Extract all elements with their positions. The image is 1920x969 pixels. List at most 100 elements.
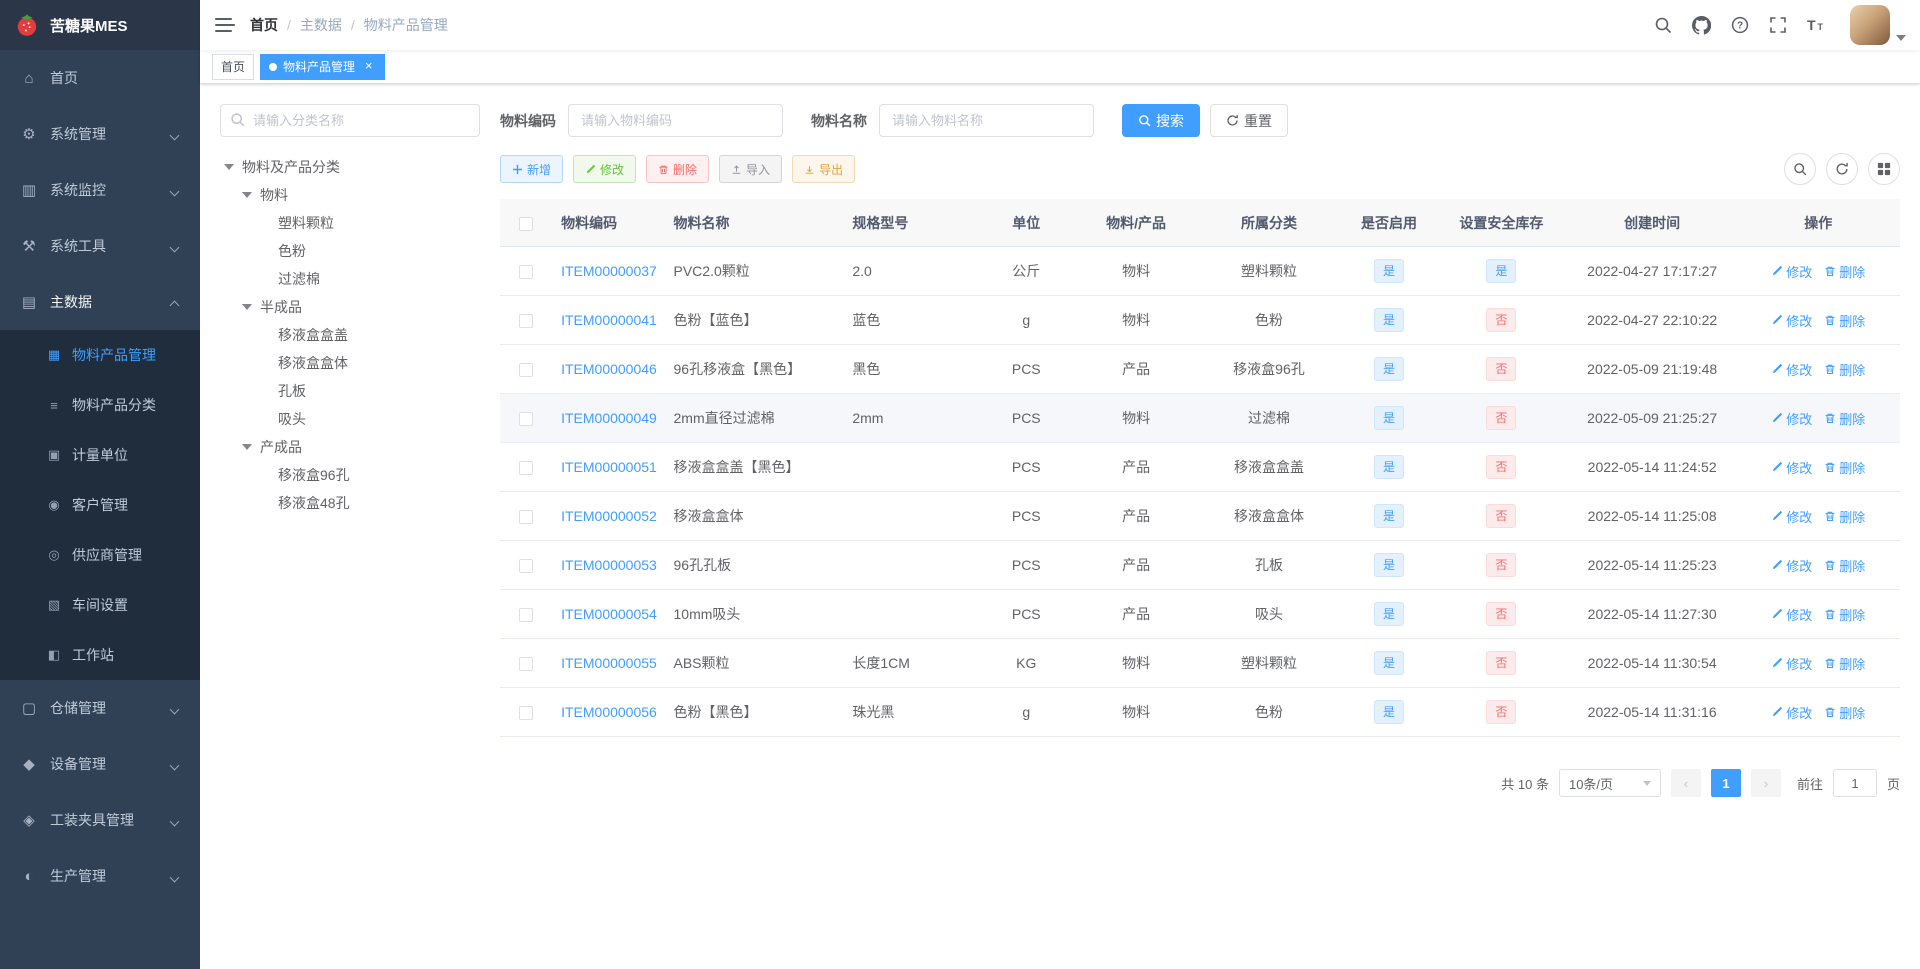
tree-node[interactable]: 塑料颗粒	[220, 209, 480, 237]
edit-button[interactable]: 修改	[573, 155, 637, 183]
material-code-link[interactable]: ITEM00000041	[561, 312, 657, 328]
user-avatar[interactable]	[1850, 5, 1890, 45]
tree-node[interactable]: 半成品	[220, 293, 480, 321]
sidebar-item-measurement-unit[interactable]: ▣ 计量单位	[0, 430, 200, 480]
material-code-link[interactable]: ITEM00000051	[561, 459, 657, 475]
hamburger-icon[interactable]	[200, 0, 250, 50]
tree-expand-icon[interactable]	[224, 164, 234, 170]
row-edit-link[interactable]: 修改	[1771, 605, 1812, 624]
tree-node[interactable]: 物料	[220, 181, 480, 209]
prev-page-button[interactable]: ‹	[1670, 769, 1701, 797]
view-tab[interactable]: 物料产品管理 ×	[260, 53, 386, 80]
sidebar-item-production-management[interactable]: ◐ 生产管理	[0, 848, 200, 904]
row-delete-link[interactable]: 删除	[1824, 360, 1865, 379]
search-button[interactable]: 搜索	[1122, 104, 1200, 137]
sidebar-item-master-data[interactable]: ▤ 主数据	[0, 274, 200, 330]
row-edit-link[interactable]: 修改	[1771, 654, 1812, 673]
close-tab-icon[interactable]: ×	[361, 59, 376, 74]
row-checkbox[interactable]	[518, 461, 533, 476]
row-checkbox[interactable]	[518, 510, 533, 525]
row-checkbox[interactable]	[518, 363, 533, 378]
sidebar-item-fixture-management[interactable]: ◈ 工装夹具管理	[0, 792, 200, 848]
export-button[interactable]: 导出	[792, 155, 856, 183]
row-edit-link[interactable]: 修改	[1771, 311, 1812, 330]
material-name-input[interactable]	[879, 104, 1094, 137]
sidebar-item-system-management[interactable]: ⚙ 系统管理	[0, 106, 200, 162]
tree-node[interactable]: 移液盒盒体	[220, 349, 480, 377]
material-code-link[interactable]: ITEM00000055	[561, 655, 657, 671]
tree-expand-icon[interactable]	[242, 444, 252, 450]
sidebar-item-customer-management[interactable]: ◉ 客户管理	[0, 480, 200, 530]
row-checkbox[interactable]	[518, 412, 533, 427]
tree-node[interactable]: 移液盒96孔	[220, 461, 480, 489]
row-delete-link[interactable]: 删除	[1824, 458, 1865, 477]
add-button[interactable]: 新增	[500, 155, 564, 183]
next-page-button[interactable]: ›	[1750, 769, 1781, 797]
sidebar-item-home[interactable]: ⌂ 首页	[0, 50, 200, 106]
refresh-table-button[interactable]	[1826, 153, 1858, 185]
page-number-button[interactable]: 1	[1710, 769, 1741, 797]
delete-button[interactable]: 删除	[646, 155, 710, 183]
view-tab[interactable]: 首页	[212, 53, 255, 80]
row-delete-link[interactable]: 删除	[1824, 409, 1865, 428]
row-checkbox[interactable]	[518, 657, 533, 672]
row-edit-link[interactable]: 修改	[1771, 360, 1812, 379]
select-all-checkbox[interactable]	[518, 216, 533, 231]
tree-node[interactable]: 孔板	[220, 377, 480, 405]
reset-button[interactable]: 重置	[1210, 104, 1288, 137]
sidebar-item-equipment-management[interactable]: ◆ 设备管理	[0, 736, 200, 792]
app-logo[interactable]: 苦糖果MES	[0, 0, 200, 50]
toggle-search-button[interactable]	[1784, 153, 1816, 185]
row-delete-link[interactable]: 删除	[1824, 556, 1865, 575]
row-delete-link[interactable]: 删除	[1824, 262, 1865, 281]
sidebar-item-system-monitor[interactable]: ▥ 系统监控	[0, 162, 200, 218]
sidebar-item-warehouse-management[interactable]: ▢ 仓储管理	[0, 680, 200, 736]
breadcrumb-item[interactable]: 主数据	[300, 15, 342, 35]
sidebar-item-material-product-management[interactable]: ▦ 物料产品管理	[0, 330, 200, 380]
row-delete-link[interactable]: 删除	[1824, 507, 1865, 526]
row-edit-link[interactable]: 修改	[1771, 409, 1812, 428]
material-code-link[interactable]: ITEM00000049	[561, 410, 657, 426]
row-edit-link[interactable]: 修改	[1771, 262, 1812, 281]
sidebar-item-workstation[interactable]: ◧ 工作站	[0, 630, 200, 680]
sidebar-item-material-product-category[interactable]: ≡ 物料产品分类	[0, 380, 200, 430]
row-delete-link[interactable]: 删除	[1824, 654, 1865, 673]
github-icon[interactable]	[1692, 15, 1711, 35]
tree-expand-icon[interactable]	[242, 192, 252, 198]
page-size-select[interactable]: 10条/页	[1558, 769, 1661, 797]
row-edit-link[interactable]: 修改	[1771, 703, 1812, 722]
material-code-link[interactable]: ITEM00000037	[561, 263, 657, 279]
fullscreen-icon[interactable]	[1769, 16, 1787, 34]
sidebar-item-system-tools[interactable]: ⚒ 系统工具	[0, 218, 200, 274]
help-icon[interactable]: ?	[1731, 16, 1749, 34]
sidebar-item-supplier-management[interactable]: ◎ 供应商管理	[0, 530, 200, 580]
sidebar-item-workshop-settings[interactable]: ▧ 车间设置	[0, 580, 200, 630]
row-checkbox[interactable]	[518, 314, 533, 329]
breadcrumb-item[interactable]: 首页	[250, 15, 278, 35]
row-checkbox[interactable]	[518, 706, 533, 721]
tree-node[interactable]: 吸头	[220, 405, 480, 433]
tree-expand-icon[interactable]	[242, 304, 252, 310]
tree-node[interactable]: 物料及产品分类	[220, 153, 480, 181]
font-size-icon[interactable]: TT	[1807, 16, 1826, 34]
row-checkbox[interactable]	[518, 265, 533, 280]
material-code-input[interactable]	[568, 104, 783, 137]
row-checkbox[interactable]	[518, 559, 533, 574]
row-delete-link[interactable]: 删除	[1824, 605, 1865, 624]
tree-node[interactable]: 色粉	[220, 237, 480, 265]
user-menu[interactable]	[1850, 5, 1906, 45]
column-settings-button[interactable]	[1868, 153, 1900, 185]
goto-page-input[interactable]	[1832, 769, 1877, 797]
row-delete-link[interactable]: 删除	[1824, 703, 1865, 722]
tree-node[interactable]: 移液盒48孔	[220, 489, 480, 517]
material-code-link[interactable]: ITEM00000046	[561, 361, 657, 377]
row-edit-link[interactable]: 修改	[1771, 556, 1812, 575]
row-checkbox[interactable]	[518, 608, 533, 623]
category-search-input[interactable]	[220, 104, 480, 137]
search-icon[interactable]	[1654, 16, 1672, 34]
material-code-link[interactable]: ITEM00000053	[561, 557, 657, 573]
row-edit-link[interactable]: 修改	[1771, 507, 1812, 526]
tree-node[interactable]: 产成品	[220, 433, 480, 461]
material-code-link[interactable]: ITEM00000052	[561, 508, 657, 524]
material-code-link[interactable]: ITEM00000056	[561, 704, 657, 720]
